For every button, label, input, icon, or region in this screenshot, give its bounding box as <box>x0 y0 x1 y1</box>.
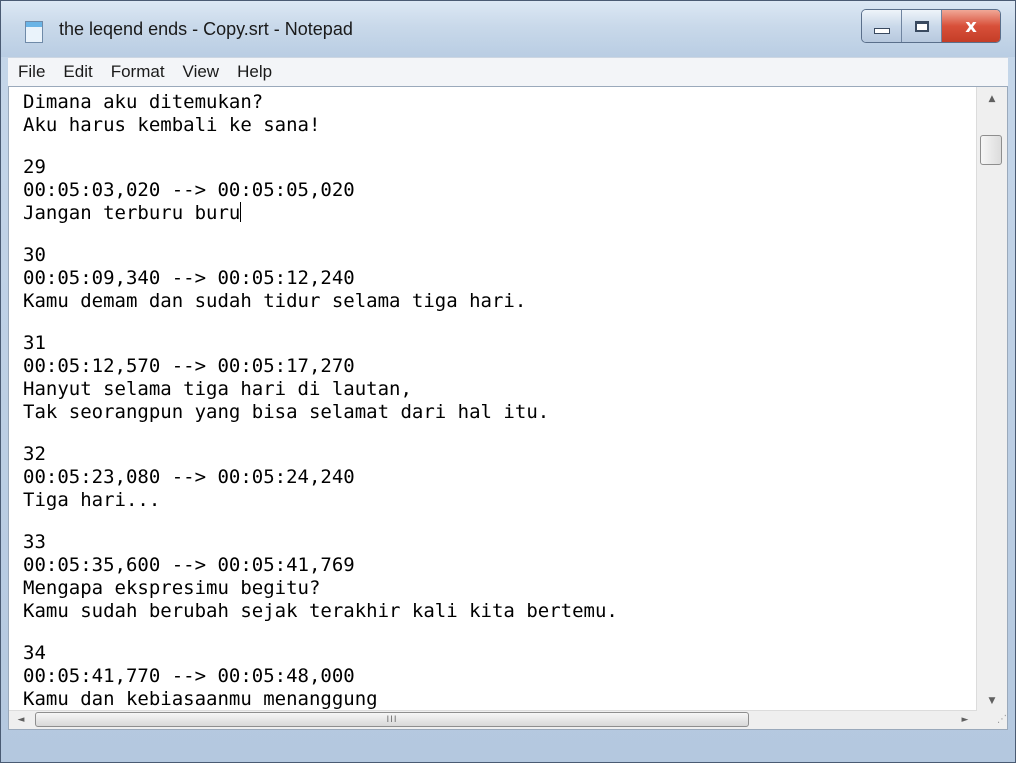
grip-icon: III <box>386 714 398 725</box>
text-line <box>23 313 977 332</box>
text-content[interactable]: Dimana aku ditemukan? Aku harus kembali k… <box>9 87 977 713</box>
text-line: Aku harus kembali ke sana! <box>23 114 321 136</box>
caption-buttons: x <box>861 9 1001 43</box>
close-button[interactable]: x <box>942 10 1000 42</box>
menu-view[interactable]: View <box>181 62 222 82</box>
close-icon: x <box>965 15 977 37</box>
text-line: 32 <box>23 443 46 465</box>
text-line <box>23 512 977 531</box>
title-bar[interactable]: the leqend ends - Copy.srt - Notepad x <box>1 1 1015 57</box>
size-grip-icon[interactable]: ⋰ <box>977 711 1007 729</box>
text-caret <box>240 202 242 222</box>
text-line: 33 <box>23 531 46 553</box>
document-lines: Dimana aku ditemukan? Aku harus kembali k… <box>9 87 977 713</box>
window-title: the leqend ends - Copy.srt - Notepad <box>59 19 353 39</box>
vertical-scrollbar[interactable]: ▲ ▼ <box>976 87 1007 713</box>
text-line: 30 <box>23 244 46 266</box>
minimize-icon <box>873 28 890 34</box>
text-line: Kamu sudah berubah sejak terakhir kali k… <box>23 600 618 622</box>
text-line: 00:05:09,340 --> 00:05:12,240 <box>23 267 355 289</box>
text-line <box>23 225 977 244</box>
text-line: 31 <box>23 332 46 354</box>
maximize-button[interactable] <box>902 10 942 42</box>
scroll-left-icon[interactable]: ◄ <box>9 711 33 729</box>
text-line: 29 <box>23 156 46 178</box>
scroll-down-icon[interactable]: ▼ <box>977 689 1007 713</box>
text-line <box>23 137 977 156</box>
menu-help[interactable]: Help <box>235 62 274 82</box>
notepad-icon[interactable] <box>25 21 43 43</box>
text-line <box>23 424 977 443</box>
text-line: Tiga hari... <box>23 489 161 511</box>
minimize-button[interactable] <box>862 10 902 42</box>
text-line: Dimana aku ditemukan? <box>23 91 264 113</box>
maximize-icon <box>914 20 929 32</box>
text-line: Kamu demam dan sudah tidur selama tiga h… <box>23 290 527 312</box>
text-line: Hanyut selama tiga hari di lautan, <box>23 378 412 400</box>
text-line: Jangan terburu buru <box>23 202 242 224</box>
text-line: 00:05:03,020 --> 00:05:05,020 <box>23 179 355 201</box>
horizontal-scrollbar[interactable]: ◄ III ► <box>9 710 977 729</box>
menu-edit[interactable]: Edit <box>61 62 94 82</box>
horizontal-scroll-thumb[interactable]: III <box>35 712 749 727</box>
text-line: 00:05:23,080 --> 00:05:24,240 <box>23 466 355 488</box>
menu-bar: File Edit Format View Help <box>8 57 1008 87</box>
text-line: 00:05:35,600 --> 00:05:41,769 <box>23 554 355 576</box>
menu-format[interactable]: Format <box>109 62 167 82</box>
editor-area[interactable]: Dimana aku ditemukan? Aku harus kembali k… <box>8 86 1008 730</box>
scroll-right-icon[interactable]: ► <box>953 711 977 729</box>
menu-file[interactable]: File <box>16 62 47 82</box>
text-line: 34 <box>23 642 46 664</box>
text-line: 00:05:12,570 --> 00:05:17,270 <box>23 355 355 377</box>
text-line: Mengapa ekspresimu begitu? <box>23 577 321 599</box>
text-line: 00:05:41,770 --> 00:05:48,000 <box>23 665 355 687</box>
text-line: Kamu dan kebiasaanmu menanggung <box>23 688 378 710</box>
text-line: Tak seorangpun yang bisa selamat dari ha… <box>23 401 550 423</box>
notepad-window: the leqend ends - Copy.srt - Notepad x F… <box>0 0 1016 763</box>
scroll-up-icon[interactable]: ▲ <box>977 87 1007 111</box>
text-line <box>23 623 977 642</box>
vertical-scroll-thumb[interactable] <box>980 135 1002 165</box>
